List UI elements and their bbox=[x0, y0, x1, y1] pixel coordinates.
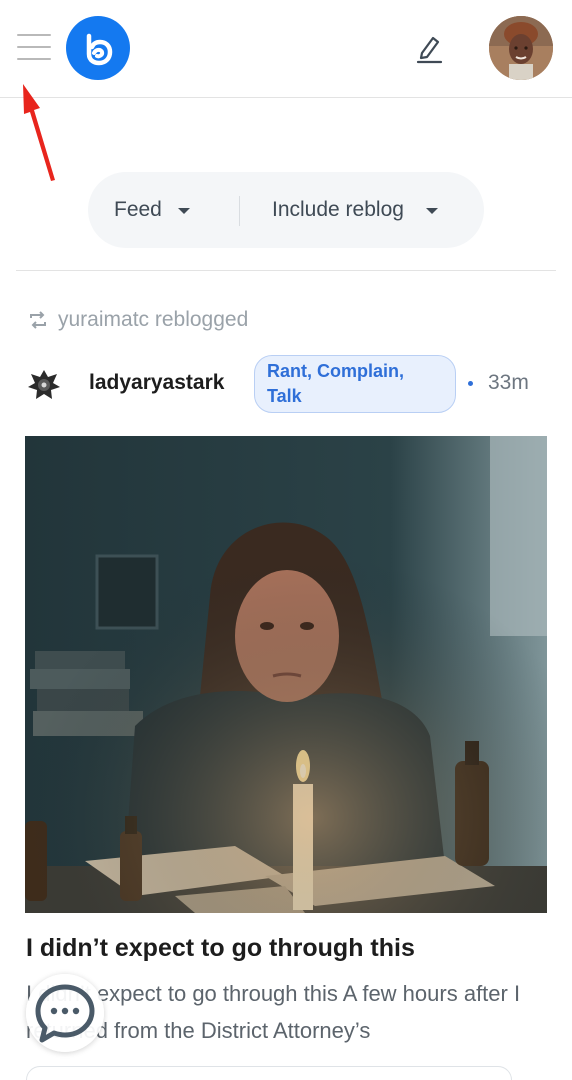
post-timestamp: 33m bbox=[488, 371, 529, 394]
chat-bubble-icon[interactable] bbox=[26, 974, 104, 1052]
include-reblog-dropdown[interactable]: Include reblog bbox=[272, 172, 438, 248]
next-post-card bbox=[26, 1066, 512, 1080]
author-avatar[interactable] bbox=[24, 365, 64, 405]
include-reblog-label: Include reblog bbox=[272, 198, 404, 221]
feed-dropdown[interactable]: Feed bbox=[114, 172, 190, 248]
app-logo-icon[interactable] bbox=[66, 16, 130, 80]
top-header bbox=[0, 0, 572, 98]
pencil-edit-icon[interactable] bbox=[412, 30, 446, 66]
chevron-down-icon bbox=[425, 208, 438, 214]
author-name[interactable]: ladyaryastark bbox=[89, 371, 224, 395]
post-excerpt[interactable]: I didn’t expect to go through this A few… bbox=[26, 975, 546, 1049]
separator-dot bbox=[468, 381, 473, 386]
user-avatar[interactable] bbox=[489, 16, 553, 80]
feed-dropdown-label: Feed bbox=[114, 198, 162, 221]
filter-divider bbox=[239, 196, 240, 226]
post-title[interactable]: I didn’t expect to go through this bbox=[26, 934, 415, 963]
divider bbox=[16, 270, 556, 271]
reblogged-by-text: yuraimatc reblogged bbox=[58, 308, 249, 331]
post-header: ladyaryastark Rant, Complain, Talk 33m bbox=[24, 355, 554, 413]
post-tag-chip[interactable]: Rant, Complain, Talk bbox=[254, 355, 456, 413]
chevron-down-icon bbox=[177, 208, 190, 214]
feed-filter-bar: Feed Include reblog bbox=[88, 172, 484, 248]
reblog-indicator[interactable]: yuraimatc reblogged bbox=[28, 306, 248, 334]
reblog-icon bbox=[30, 311, 46, 329]
post-image[interactable] bbox=[25, 436, 547, 913]
hamburger-menu-icon[interactable] bbox=[17, 34, 51, 62]
